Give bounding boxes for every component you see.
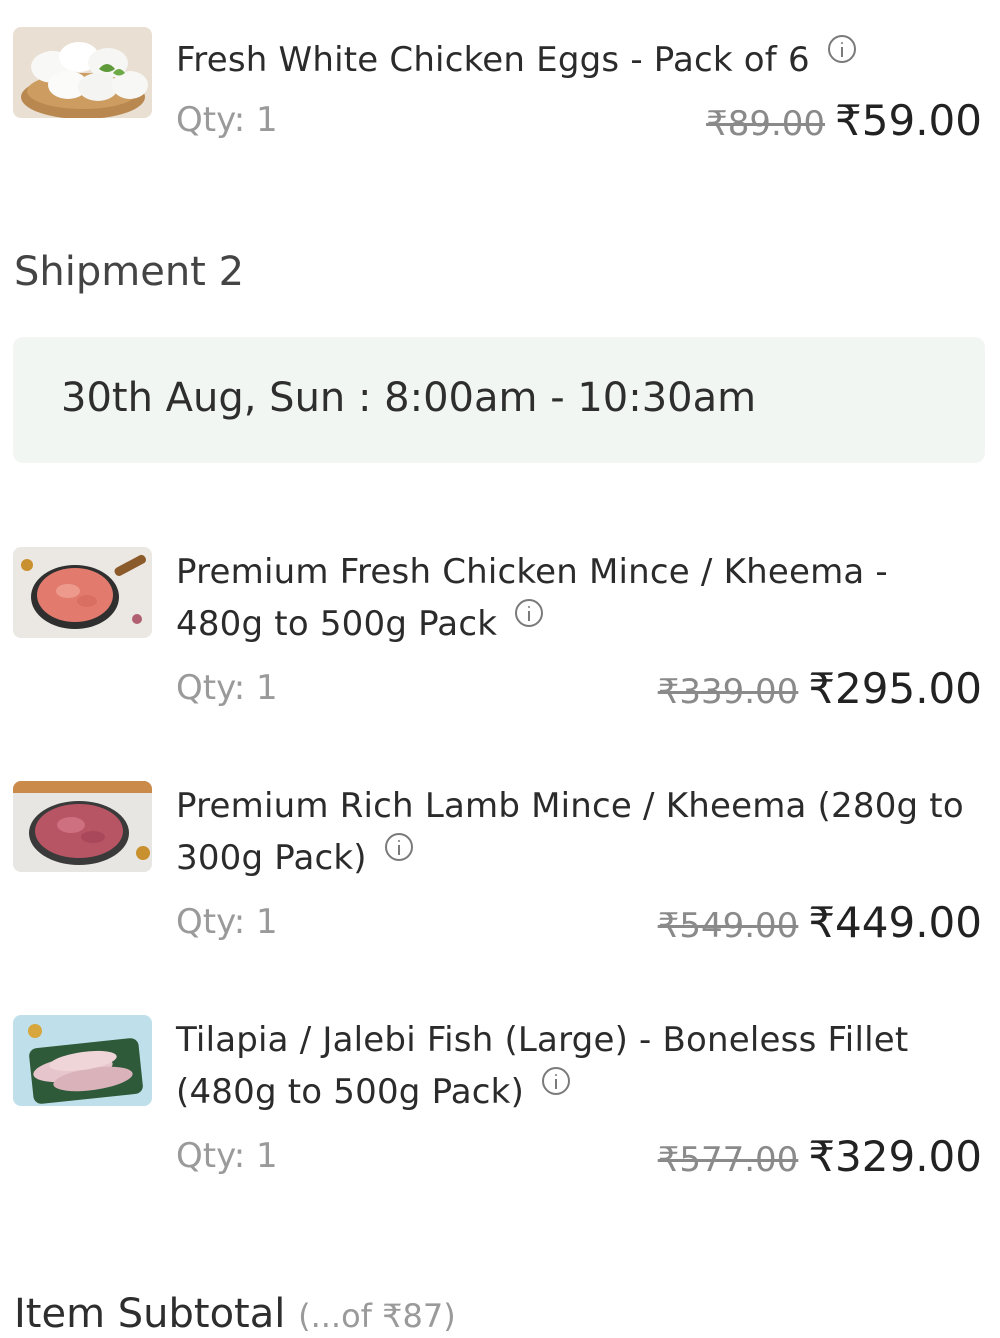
mrp-price: ₹89.00 xyxy=(706,104,826,144)
item-qty: Qty: 1 xyxy=(176,902,278,942)
item-qty: Qty: 1 xyxy=(176,100,278,140)
lamb-mince-image xyxy=(13,781,152,872)
item-price: ₹89.00 ₹59.00 xyxy=(706,96,982,155)
item-name[interactable]: Premium Fresh Chicken Mince / Kheema - 4… xyxy=(176,546,976,650)
item-price: ₹577.00 ₹329.00 xyxy=(658,1132,982,1191)
item-qty: Qty: 1 xyxy=(176,1136,278,1176)
delivery-slot-text: 30th Aug, Sun : 8:00am - 10:30am xyxy=(61,375,757,421)
info-icon[interactable] xyxy=(542,1067,571,1095)
item-subtotal-label: Item Subtotal xyxy=(14,1291,286,1337)
sale-price: ₹59.00 xyxy=(835,96,982,145)
item-subtotal-row: Item Subtotal (...of ₹87) xyxy=(14,1292,456,1338)
fish-fillet-image xyxy=(13,1015,152,1106)
item-name[interactable]: Premium Rich Lamb Mince / Kheema (280g t… xyxy=(176,780,976,884)
info-icon[interactable] xyxy=(384,833,413,861)
sale-price: ₹295.00 xyxy=(808,664,982,713)
sale-price: ₹449.00 xyxy=(808,898,982,947)
item-price: ₹549.00 ₹449.00 xyxy=(658,898,982,957)
item-name[interactable]: Tilapia / Jalebi Fish (Large) - Boneless… xyxy=(176,1014,976,1118)
delivery-slot: 30th Aug, Sun : 8:00am - 10:30am xyxy=(13,337,985,463)
item-subtotal-note: (...of ₹87) xyxy=(298,1297,456,1335)
item-qty: Qty: 1 xyxy=(176,668,278,708)
mrp-price: ₹577.00 xyxy=(657,1140,799,1180)
eggs-image xyxy=(13,27,152,118)
info-icon[interactable] xyxy=(827,35,856,63)
chicken-mince-image xyxy=(13,547,152,638)
item-price: ₹339.00 ₹295.00 xyxy=(658,664,982,723)
mrp-price: ₹549.00 xyxy=(657,906,799,946)
sale-price: ₹329.00 xyxy=(808,1132,982,1181)
info-icon[interactable] xyxy=(515,599,544,627)
mrp-price: ₹339.00 xyxy=(657,672,799,712)
item-name[interactable]: Fresh White Chicken Eggs - Pack of 6 xyxy=(176,34,976,86)
shipment-title: Shipment 2 xyxy=(14,249,245,295)
